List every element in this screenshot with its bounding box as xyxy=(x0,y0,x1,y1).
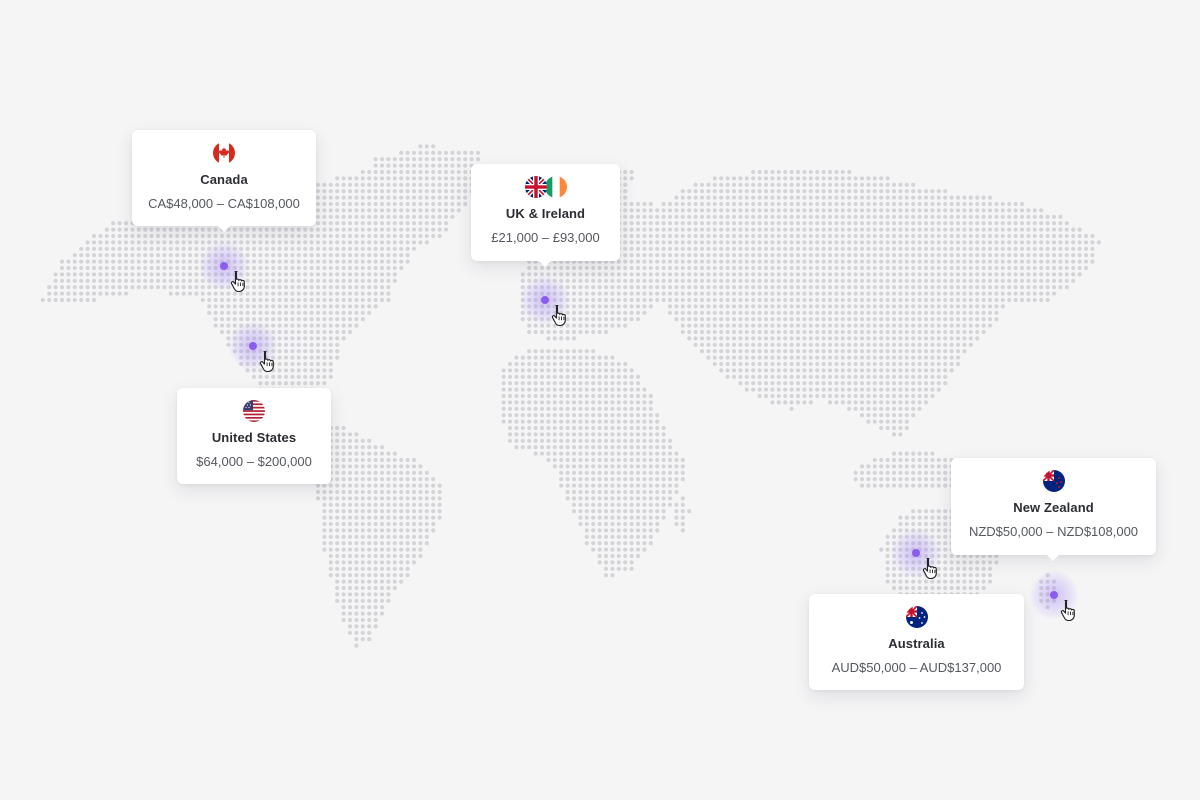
pin-dot xyxy=(220,262,228,270)
uk-flag-icon xyxy=(524,176,547,198)
world-map: Canada CA$48,000 – CA$108,000 United Sta… xyxy=(0,0,1200,800)
pin-uk-ireland[interactable] xyxy=(521,276,569,326)
card-pointer xyxy=(539,261,551,267)
card-country: United States xyxy=(211,430,297,445)
hand-pointer-icon xyxy=(551,304,566,326)
card-salary-range: NZD$50,000 – NZD$108,000 xyxy=(968,524,1139,539)
pin-dot xyxy=(912,549,920,557)
card-salary-range: AUD$50,000 – AUD$137,000 xyxy=(831,660,1002,675)
salary-card-new-zealand: New Zealand NZD$50,000 – NZD$108,000 xyxy=(951,458,1156,561)
salary-card-australia: Australia AUD$50,000 – AUD$137,000 xyxy=(809,594,1024,690)
card-salary-range: $64,000 – $200,000 xyxy=(196,454,312,469)
australia-flag-icon xyxy=(905,606,928,628)
card-country: New Zealand xyxy=(1013,500,1094,515)
card-country: UK & Ireland xyxy=(505,206,586,221)
pin-new-zealand[interactable] xyxy=(1030,571,1078,621)
pin-dot xyxy=(1050,591,1058,599)
usa-flag-icon xyxy=(243,400,265,422)
pin-dot xyxy=(249,342,257,350)
ireland-flag-icon xyxy=(544,176,567,198)
canada-flag-icon xyxy=(213,142,235,164)
card-country: Australia xyxy=(888,636,945,651)
pin-united-states[interactable] xyxy=(229,322,277,372)
card-salary-range: CA$48,000 – CA$108,000 xyxy=(148,196,300,211)
hand-pointer-icon xyxy=(922,557,937,579)
card-country: Canada xyxy=(200,172,248,187)
card-pointer xyxy=(218,226,230,232)
salary-card-united-states: United States $64,000 – $200,000 xyxy=(177,388,331,484)
hand-pointer-icon xyxy=(230,270,245,292)
hand-pointer-icon xyxy=(1060,599,1075,621)
salary-card-uk-ireland: UK & Ireland £21,000 – £93,000 xyxy=(471,164,620,267)
pin-canada[interactable] xyxy=(200,242,248,292)
pin-australia[interactable] xyxy=(892,529,940,579)
card-pointer xyxy=(1047,555,1059,561)
hand-pointer-icon xyxy=(259,350,274,372)
new-zealand-flag-icon xyxy=(1042,470,1065,492)
pin-dot xyxy=(541,296,549,304)
salary-card-canada: Canada CA$48,000 – CA$108,000 xyxy=(132,130,316,232)
card-salary-range: £21,000 – £93,000 xyxy=(491,230,600,245)
